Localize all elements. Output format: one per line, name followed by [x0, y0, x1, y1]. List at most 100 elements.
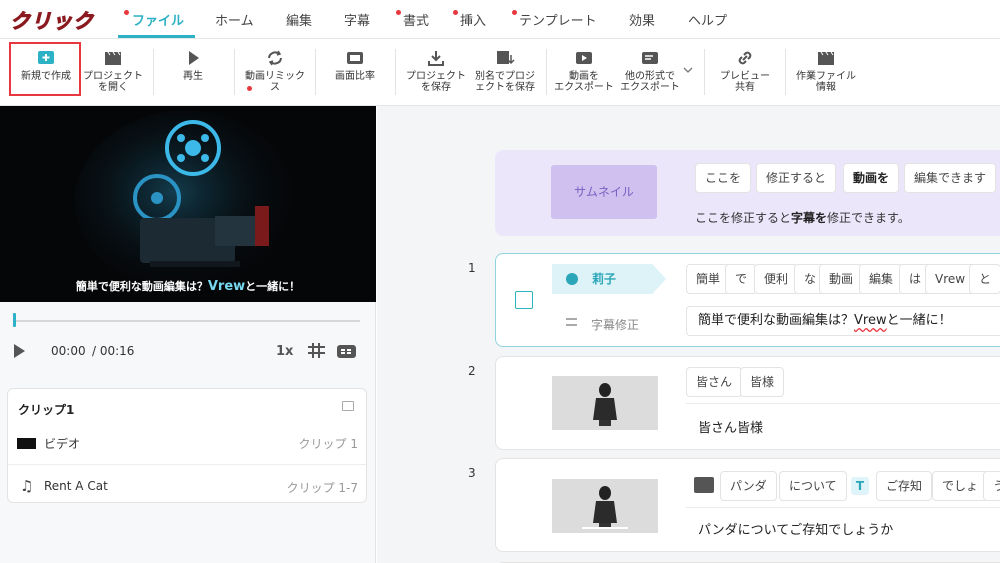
external-link-icon[interactable] [342, 401, 354, 411]
subtitle-toggle-icon[interactable] [337, 345, 356, 358]
clip-thumbnail[interactable] [552, 376, 658, 430]
save-as-icon [497, 51, 515, 65]
playback-speed[interactable]: 1x [276, 344, 293, 359]
video-thumb-icon [17, 438, 36, 449]
word-chip[interactable]: パンダ [720, 471, 777, 501]
highlight-box [9, 42, 81, 96]
toolbar-separator [546, 49, 547, 95]
word-chip[interactable]: 編集 [859, 264, 904, 294]
preview-caption: 簡単で便利な動画編集は？Vrewと一緒に！ [75, 279, 301, 294]
thumbnail-text[interactable]: ここを修正すると字幕を修正できます。 [695, 209, 910, 226]
editor-panel: サムネイル ここを 修正すると 動画を 編集できます ここを修正すると字幕を修正… [377, 106, 1000, 563]
toolbar-separator [785, 49, 786, 95]
video-preview[interactable]: 簡単で便利な動画編集は？Vrewと一緒に！ [0, 106, 376, 302]
subtitle-text[interactable]: パンダについてご存知でしょうか [698, 519, 893, 538]
word-chip[interactable]: で [725, 264, 758, 294]
play-icon [189, 51, 199, 65]
word-chip[interactable]: と [969, 264, 1000, 294]
save-project-button[interactable]: プロジェクト を保存 [401, 39, 471, 107]
projector-image [0, 106, 376, 302]
menu-edit[interactable]: 編集 [286, 10, 312, 29]
subtitle-text[interactable]: 皆さん皆様 [698, 417, 763, 436]
clip-card-3[interactable]: パンダ について T ご存知 でしょ う パンダについてご存知でしょうか [495, 458, 1000, 552]
total-time: / 00:16 [92, 344, 135, 358]
preview-share-button[interactable]: プレビュー 共有 [710, 39, 780, 107]
toolbar: 新規で作成 プロジェクト を開く 再生 動画リミック ス 画面比率 プロジェクト… [0, 38, 1000, 106]
text-style-icon[interactable]: T [851, 477, 869, 495]
menu-template[interactable]: テンプレート [519, 10, 597, 29]
person-thumbnail [552, 376, 658, 430]
link-icon [738, 51, 752, 65]
clapper-info-icon [818, 51, 834, 65]
open-project-button[interactable]: プロジェクト を開く [80, 39, 146, 107]
divider [686, 507, 1000, 508]
thumbnail-card: サムネイル ここを 修正すると 動画を 編集できます ここを修正すると字幕を修正… [495, 150, 1000, 236]
word-chip[interactable]: について [779, 471, 847, 501]
current-time: 00:00 [51, 344, 86, 358]
image-icon[interactable] [694, 477, 714, 493]
clip-number: 1 [468, 261, 476, 275]
new-dot-format [396, 10, 401, 15]
clapper-icon [105, 51, 121, 65]
file-export-icon [642, 52, 658, 64]
subtitle-text[interactable]: 簡単で便利な動画編集は？Vrewと一緒に！ [686, 306, 1000, 336]
player-play-icon[interactable] [14, 344, 25, 358]
save-as-button[interactable]: 別名でプロジ ェクトを保存 [470, 39, 540, 107]
export-video-button[interactable]: 動画を エクスポート [550, 39, 618, 107]
word-chip[interactable]: Vrew [925, 264, 976, 294]
word-chip[interactable]: でしょ [932, 471, 989, 501]
clip-checkbox[interactable] [515, 291, 533, 309]
menu-effects[interactable]: 効果 [629, 10, 655, 29]
menu-bar: クリック ファイル ホーム 編集 字幕 書式 挿入 テンプレート 効果 ヘルプ [0, 0, 1000, 38]
chevron-down-icon[interactable] [683, 66, 693, 74]
clip-card-2[interactable]: 皆さん 皆様 皆さん皆様 [495, 356, 1000, 450]
download-icon [428, 51, 444, 66]
clip-row-video[interactable]: ビデオ クリップ 1 [8, 421, 366, 465]
new-dot-file [124, 10, 129, 15]
left-panel: 簡単で便利な動画編集は？Vrewと一緒に！ 00:00 / 00:16 1x ク… [0, 106, 376, 563]
word-chip[interactable]: 皆様 [740, 367, 785, 397]
clip-thumbnail[interactable] [552, 479, 658, 533]
subtitle-lines-icon [566, 318, 577, 326]
word-chip[interactable]: ここを [695, 163, 752, 193]
word-chip[interactable]: 動画を [843, 163, 900, 193]
toolbar-separator [395, 49, 396, 95]
clips-panel: クリップ1 ビデオ クリップ 1 ♫ Rent A Cat クリップ 1-7 [7, 388, 367, 503]
toolbar-separator [704, 49, 705, 95]
grid-icon[interactable] [308, 343, 325, 358]
subtitle-edit-label: 字幕修正 [591, 318, 640, 332]
timeline-scrubber[interactable] [15, 320, 360, 322]
person-thumbnail [552, 479, 658, 533]
file-info-button[interactable]: 作業ファイル 情報 [790, 39, 862, 107]
speaker-icon [566, 273, 578, 285]
thumbnail-button[interactable]: サムネイル [551, 165, 657, 219]
menu-file[interactable]: ファイル [132, 10, 184, 29]
export-other-button[interactable]: 他の形式で エクスポート [616, 39, 684, 107]
word-chip[interactable]: 動画 [819, 264, 864, 294]
aspect-ratio-button[interactable]: 画面比率 [322, 39, 388, 107]
word-chip[interactable]: 皆さん [686, 367, 743, 397]
word-chip[interactable]: ご存知 [876, 471, 933, 501]
play-button[interactable]: 再生 [160, 39, 226, 107]
divider [686, 403, 1000, 404]
menu-help[interactable]: ヘルプ [688, 10, 727, 29]
clips-title: クリップ1 [18, 403, 75, 417]
scrubber-handle[interactable] [13, 313, 16, 327]
word-chip[interactable]: 修正すると [756, 163, 837, 193]
music-note-icon: ♫ [20, 477, 34, 495]
clip-card-1[interactable]: 莉子 字幕修正 簡単 で 便利 な 動画 編集 は Vrew と 簡単で便利な動… [495, 253, 1000, 347]
word-chip[interactable]: 簡単 [686, 264, 731, 294]
menu-insert[interactable]: 挿入 [460, 10, 486, 29]
word-chip[interactable]: う [983, 471, 1000, 501]
menu-format[interactable]: 書式 [403, 10, 429, 29]
clip-number: 3 [468, 466, 476, 480]
menu-home[interactable]: ホーム [215, 10, 254, 29]
menu-subtitle[interactable]: 字幕 [344, 10, 370, 29]
clip-number: 2 [468, 364, 476, 378]
word-chip[interactable]: 便利 [754, 264, 799, 294]
toolbar-separator [153, 49, 154, 95]
word-chip[interactable]: 編集できます [904, 163, 997, 193]
clip-row-music[interactable]: ♫ Rent A Cat クリップ 1-7 [8, 465, 366, 509]
video-remix-button[interactable]: 動画リミック ス [240, 39, 310, 107]
speaker-tag[interactable]: 莉子 [552, 264, 666, 294]
